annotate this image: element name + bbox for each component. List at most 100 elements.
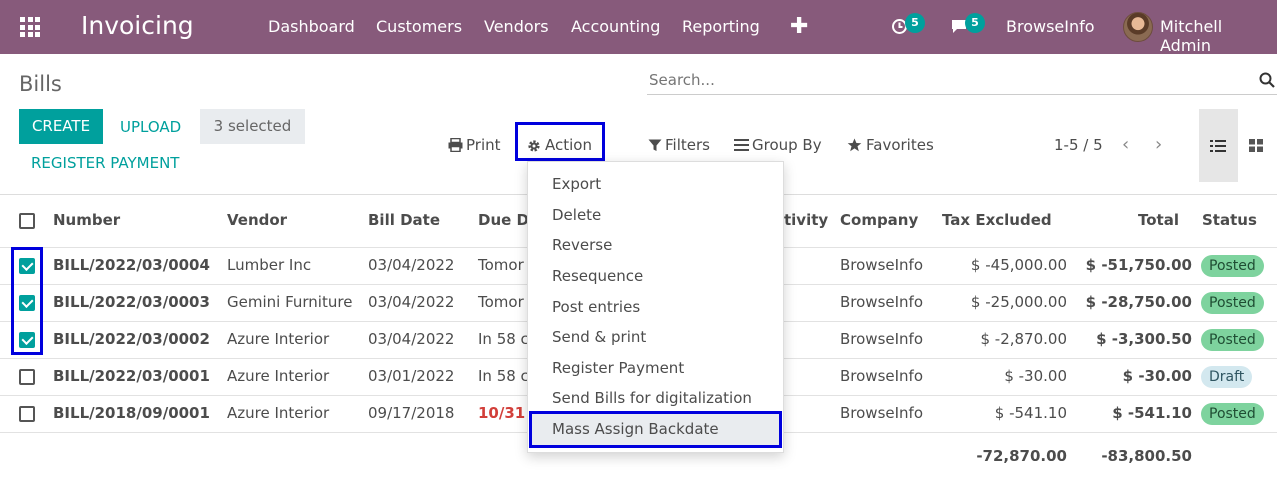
app-brand[interactable]: Invoicing (81, 11, 194, 40)
row-checkbox[interactable] (19, 369, 35, 385)
chevron-right-icon[interactable]: › (1155, 134, 1162, 155)
bill-date-cell[interactable]: 03/04/2022 (368, 330, 454, 348)
list-icon (1210, 140, 1226, 152)
status-badge: Posted (1201, 255, 1264, 277)
tax-excluded-cell[interactable]: $ -25,000.00 (971, 293, 1067, 311)
total-cell[interactable]: $ -51,750.00 (1086, 256, 1192, 274)
due-date-cell[interactable]: 10/31 (478, 404, 525, 422)
bill-date-cell[interactable]: 09/17/2018 (368, 404, 454, 422)
star-icon[interactable] (847, 138, 862, 152)
upload-button[interactable]: UPLOAD (120, 118, 181, 136)
column-tax-excluded[interactable]: Tax Excluded (942, 211, 1052, 229)
bill-date-cell[interactable]: 03/04/2022 (368, 293, 454, 311)
bill-number[interactable]: BILL/2022/03/0002 (53, 330, 210, 348)
top-navbar: Invoicing Dashboard Customers Vendors Ac… (0, 0, 1277, 55)
print-icon[interactable] (448, 138, 463, 152)
select-all-checkbox[interactable] (19, 213, 35, 229)
register-payment-button[interactable]: REGISTER PAYMENT (31, 154, 179, 172)
column-total[interactable]: Total (1138, 211, 1179, 229)
nav-dashboard[interactable]: Dashboard (268, 17, 355, 36)
search-bar (647, 67, 1277, 95)
page-title: Bills (19, 72, 62, 96)
status-badge: Draft (1201, 366, 1253, 388)
vendor-cell[interactable]: Gemini Furniture (227, 293, 352, 311)
row-checkbox[interactable] (19, 406, 35, 422)
status-badge: Posted (1201, 329, 1264, 351)
menu-item-register-payment[interactable]: Register Payment (552, 359, 684, 377)
avatar[interactable] (1123, 12, 1153, 42)
vendor-cell[interactable]: Azure Interior (227, 330, 329, 348)
company-cell[interactable]: BrowseInfo (840, 367, 923, 385)
action-button[interactable]: Action (545, 136, 592, 154)
nav-accounting[interactable]: Accounting (571, 17, 660, 36)
column-activity[interactable]: tivity (784, 211, 828, 229)
nav-customers[interactable]: Customers (376, 17, 462, 36)
company-cell[interactable]: BrowseInfo (840, 293, 923, 311)
pager-value[interactable]: 1-5 / 5 (1054, 136, 1103, 154)
kanban-icon[interactable] (1249, 139, 1263, 152)
tax-excluded-cell[interactable]: $ -30.00 (1004, 367, 1067, 385)
favorites-button[interactable]: Favorites (866, 136, 934, 154)
column-number[interactable]: Number (53, 211, 120, 229)
due-date-cell[interactable]: Tomor (478, 293, 524, 311)
group-by-button[interactable]: Group By (752, 136, 822, 154)
column-vendor[interactable]: Vendor (227, 211, 287, 229)
vendor-cell[interactable]: Azure Interior (227, 367, 329, 385)
bill-number[interactable]: BILL/2018/09/0001 (53, 404, 210, 422)
total-sum: -83,800.50 (1101, 447, 1192, 465)
company-switcher[interactable]: BrowseInfo (1006, 17, 1095, 36)
company-cell[interactable]: BrowseInfo (840, 256, 923, 274)
create-button[interactable]: CREATE (19, 109, 103, 144)
menu-item-send-print[interactable]: Send & print (552, 328, 646, 346)
menu-item-send-digitalization[interactable]: Send Bills for digitalization (552, 389, 752, 407)
menu-item-delete[interactable]: Delete (552, 206, 601, 224)
company-cell[interactable]: BrowseInfo (840, 330, 923, 348)
print-button[interactable]: Print (466, 136, 501, 154)
filter-icon[interactable] (648, 139, 662, 152)
menu-item-resequence[interactable]: Resequence (552, 267, 643, 285)
column-status[interactable]: Status (1202, 211, 1257, 229)
apps-menu-icon[interactable] (20, 17, 40, 37)
chevron-left-icon[interactable]: ‹ (1122, 134, 1129, 155)
vendor-cell[interactable]: Azure Interior (227, 404, 329, 422)
user-menu[interactable]: Mitchell Admin (1160, 17, 1277, 55)
filters-button[interactable]: Filters (665, 136, 710, 154)
menu-item-post-entries[interactable]: Post entries (552, 298, 640, 316)
column-bill-date[interactable]: Bill Date (368, 211, 440, 229)
selection-highlight-box (11, 247, 43, 355)
total-cell[interactable]: $ -28,750.00 (1086, 293, 1192, 311)
activities-badge: 5 (905, 13, 925, 33)
bill-number[interactable]: BILL/2022/03/0003 (53, 293, 210, 311)
tax-excluded-cell[interactable]: $ -541.10 (995, 404, 1067, 422)
column-due-date[interactable]: Due D (478, 211, 529, 229)
total-cell[interactable]: $ -3,300.50 (1096, 330, 1192, 348)
action-dropdown-menu: Export Delete Reverse Resequence Post en… (527, 161, 784, 453)
plus-icon[interactable]: ✚ (790, 14, 808, 39)
search-input[interactable] (649, 69, 1239, 91)
column-company[interactable]: Company (840, 211, 918, 229)
total-cell[interactable]: $ -30.00 (1123, 367, 1192, 385)
company-cell[interactable]: BrowseInfo (840, 404, 923, 422)
menu-item-mass-assign-backdate[interactable]: Mass Assign Backdate (552, 420, 719, 438)
list-view-button[interactable] (1199, 109, 1238, 182)
selected-count-badge: 3 selected (200, 109, 305, 144)
group-by-icon[interactable] (734, 139, 749, 151)
bill-date-cell[interactable]: 03/01/2022 (368, 367, 454, 385)
due-date-cell[interactable]: In 58 c (478, 367, 529, 385)
menu-item-export[interactable]: Export (552, 175, 601, 193)
tax-excluded-cell[interactable]: $ -2,870.00 (980, 330, 1067, 348)
menu-item-reverse[interactable]: Reverse (552, 236, 612, 254)
bill-number[interactable]: BILL/2022/03/0001 (53, 367, 210, 385)
total-cell[interactable]: $ -541.10 (1112, 404, 1192, 422)
vendor-cell[interactable]: Lumber Inc (227, 256, 311, 274)
gear-icon[interactable] (527, 139, 541, 153)
due-date-cell[interactable]: In 58 c (478, 330, 529, 348)
messages-badge: 5 (965, 13, 985, 33)
nav-vendors[interactable]: Vendors (484, 17, 549, 36)
nav-reporting[interactable]: Reporting (682, 17, 760, 36)
tax-excluded-cell[interactable]: $ -45,000.00 (971, 256, 1067, 274)
search-icon[interactable] (1259, 72, 1275, 88)
due-date-cell[interactable]: Tomor (478, 256, 524, 274)
bill-date-cell[interactable]: 03/04/2022 (368, 256, 454, 274)
bill-number[interactable]: BILL/2022/03/0004 (53, 256, 210, 274)
